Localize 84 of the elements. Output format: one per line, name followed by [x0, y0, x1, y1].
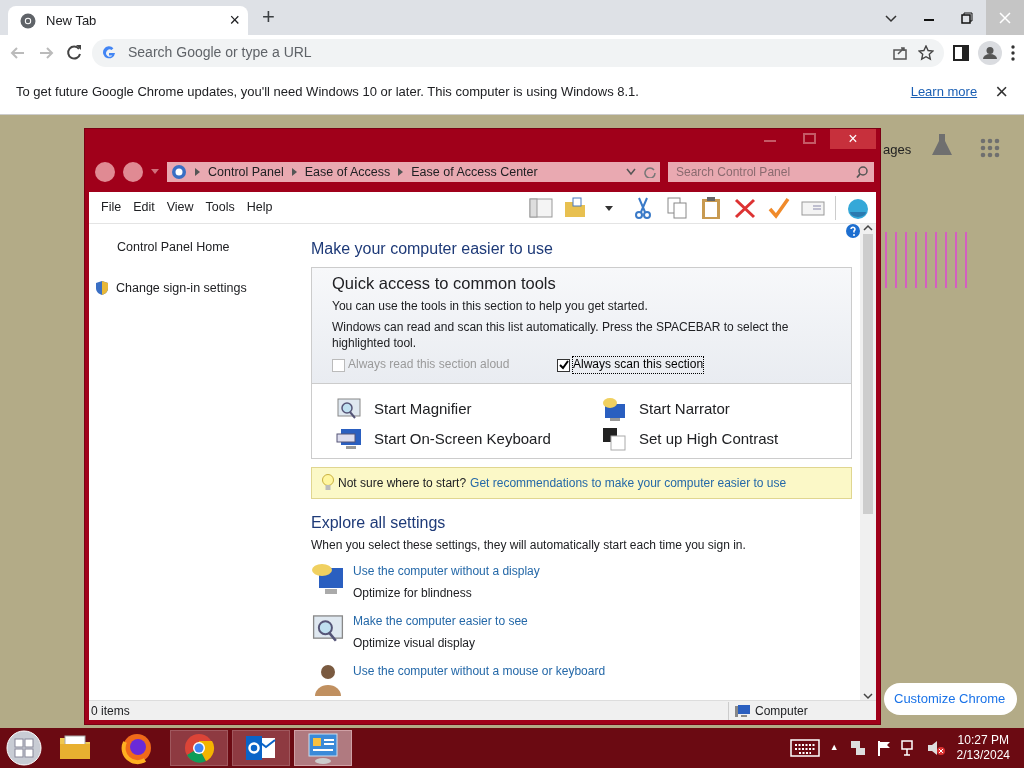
- reload-icon[interactable]: [64, 42, 84, 63]
- menu-item[interactable]: Tools: [199, 198, 241, 217]
- scroll-up-icon[interactable]: [863, 224, 873, 232]
- close-button[interactable]: ×: [995, 81, 1008, 103]
- volume-muted-icon[interactable]: [926, 740, 945, 756]
- computer-icon: [735, 703, 751, 718]
- taskbar-button[interactable]: [170, 730, 228, 766]
- section-title: Quick access to common tools: [332, 273, 557, 294]
- images-link[interactable]: ages: [883, 140, 912, 160]
- search-icon[interactable]: [856, 166, 868, 178]
- scroll-thumb[interactable]: [863, 234, 873, 514]
- folder-icon[interactable]: [563, 195, 587, 220]
- network-icon[interactable]: [848, 739, 867, 757]
- sidebar-link[interactable]: Change sign-in settings: [116, 278, 247, 298]
- breadcrumb-arrow-icon: [195, 168, 200, 176]
- checkmark-icon: [558, 360, 569, 370]
- window-close-button[interactable]: ×: [830, 129, 876, 149]
- tray-caret[interactable]: ▲: [829, 741, 839, 755]
- settings-description: Optimize visual display: [353, 634, 477, 652]
- tool-link[interactable]: Set up High Contrast: [639, 427, 779, 451]
- scrollbar[interactable]: [860, 224, 876, 700]
- breadcrumb-arrow-icon: [291, 168, 297, 176]
- side-panel-icon[interactable]: [952, 43, 970, 62]
- item-count: 0 items: [89, 701, 729, 720]
- forward-button[interactable]: [123, 162, 143, 182]
- help-icon[interactable]: [846, 224, 860, 238]
- tab-title: New Tab: [46, 11, 98, 30]
- keyboard-icon[interactable]: [789, 739, 820, 757]
- menu-item[interactable]: Help: [240, 198, 279, 217]
- scroll-down-icon[interactable]: [863, 692, 873, 700]
- settings-description: Optimize for blindness: [353, 584, 473, 602]
- speech-monitor-icon: [601, 395, 627, 422]
- browser-tab[interactable]: New Tab ×: [8, 6, 248, 35]
- breadcrumb-item[interactable]: Ease of Access Center: [411, 162, 538, 182]
- menu-icon[interactable]: [1010, 43, 1016, 62]
- breadcrumb-arrow-icon: [398, 168, 404, 176]
- tool-link[interactable]: Start Magnifier: [374, 397, 472, 421]
- restore-icon[interactable]: [961, 11, 973, 24]
- speech-monitor-icon: [311, 561, 345, 596]
- settings-link[interactable]: Use the computer without a mouse or keyboard: [353, 661, 606, 680]
- start-icon[interactable]: [6, 730, 42, 766]
- page-heading: Make your computer easier to use: [311, 239, 554, 259]
- taskbar-button[interactable]: [232, 730, 290, 766]
- profile-icon[interactable]: [978, 40, 1002, 65]
- star-icon[interactable]: [918, 44, 934, 61]
- menu-item[interactable]: Edit: [127, 198, 161, 217]
- back-button[interactable]: [95, 162, 115, 182]
- breadcrumb-item[interactable]: Control Panel: [208, 162, 284, 182]
- breadcrumb-item[interactable]: Ease of Access: [304, 162, 391, 182]
- scan-text: Windows can read and scan this list automatically. Press the SPACEBAR to select the highlighted tool.: [332, 320, 790, 352]
- shield-icon: [94, 280, 110, 297]
- checkbox[interactable]: [557, 358, 570, 372]
- learn-more-link[interactable]: Learn more: [910, 82, 978, 102]
- flag-icon[interactable]: [876, 740, 891, 756]
- checkbox-label[interactable]: Always scan this section: [573, 357, 704, 373]
- clipboard-icon[interactable]: [699, 195, 723, 220]
- customize-chrome-button[interactable]: Customize Chrome: [884, 683, 1018, 715]
- intro-text: You can use the tools in this section to help you get started.: [332, 299, 649, 316]
- clock-time[interactable]: 10:27 PM: [957, 733, 1009, 748]
- share-icon[interactable]: [892, 44, 908, 61]
- update-message: To get future Google Chrome updates, you'll need Windows 10 or later. This computer is using Windows 8.1.: [16, 83, 640, 102]
- google-icon: [102, 45, 116, 60]
- zone-label: Computer: [755, 702, 808, 720]
- section-heading: Explore all settings: [311, 512, 447, 533]
- recommendations-link[interactable]: Get recommendations to make your computer easier to use: [470, 473, 787, 492]
- address-bar[interactable]: Control Panel Ease of Access Ease of Access Center: [167, 162, 660, 182]
- clock-date[interactable]: 2/13/2024: [956, 748, 1010, 763]
- tab-close-button[interactable]: ×: [229, 7, 240, 34]
- new-tab-button[interactable]: +: [262, 0, 275, 33]
- tip-label: Not sure where to start?: [338, 474, 467, 492]
- chrome-icon: [20, 12, 36, 29]
- explore-intro: When you select these settings, they will automatically start each time you sign in.: [311, 536, 747, 554]
- tool-link[interactable]: Start Narrator: [639, 397, 730, 421]
- checkbox-label: Always read this section aloud: [348, 357, 510, 373]
- menu-item[interactable]: File: [95, 198, 128, 217]
- lightbulb-icon: [322, 473, 334, 492]
- checkmark-icon[interactable]: [767, 195, 791, 220]
- tool-link[interactable]: Start On-Screen Keyboard: [374, 427, 551, 451]
- settings-link[interactable]: Make the computer easier to see: [353, 611, 528, 630]
- address-bar[interactable]: Search Google or type a URL: [92, 38, 944, 67]
- contrast-icon: [601, 425, 627, 452]
- menu-item[interactable]: View: [160, 198, 200, 217]
- settings-link[interactable]: Use the computer without a display: [353, 561, 540, 580]
- sidebar-link[interactable]: Control Panel Home: [117, 238, 230, 257]
